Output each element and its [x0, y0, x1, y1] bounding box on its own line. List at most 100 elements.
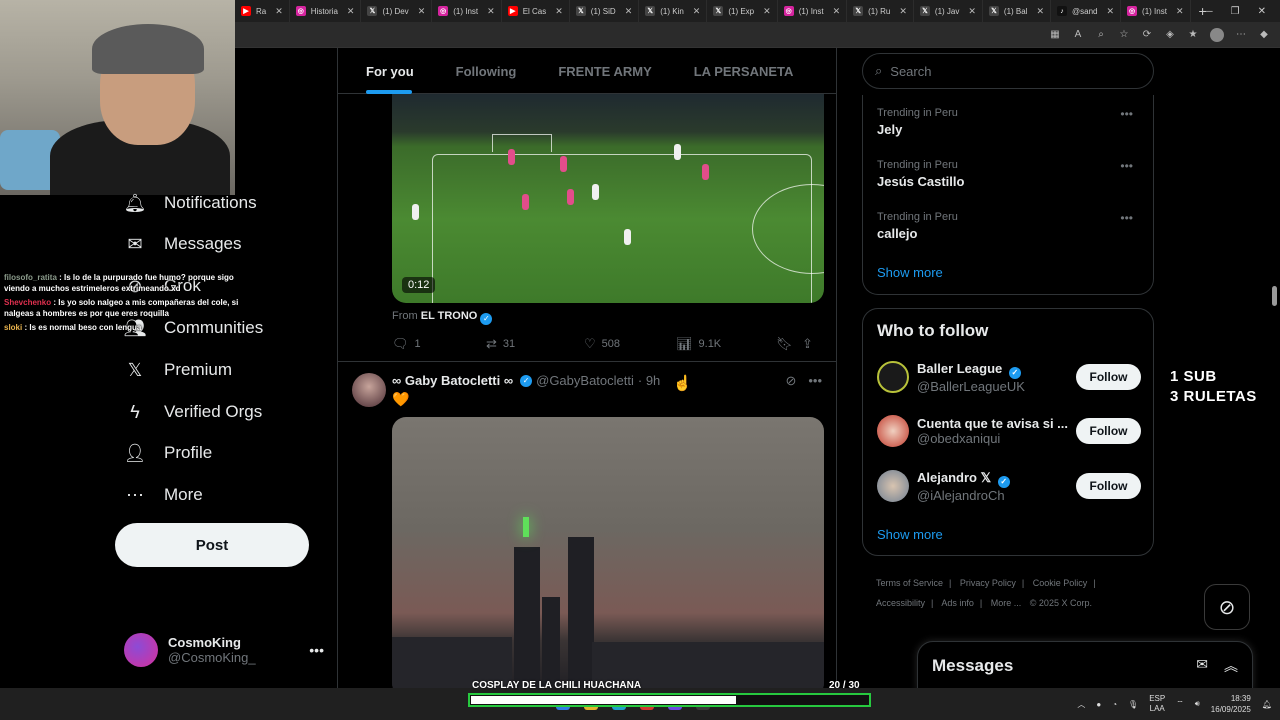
- close-tab-icon[interactable]: ✕: [625, 6, 633, 17]
- menu-dots-icon[interactable]: ⋯: [1235, 29, 1247, 40]
- expand-chevron-icon[interactable]: ︽: [1224, 656, 1238, 676]
- close-tab-icon[interactable]: ✕: [347, 6, 355, 17]
- tab-frente-army[interactable]: FRENTE ARMY: [530, 48, 665, 94]
- cookie-link[interactable]: Cookie Policy: [1033, 578, 1088, 588]
- grok-icon[interactable]: ⊘: [785, 373, 796, 389]
- more-dots-icon[interactable]: •••: [1120, 211, 1133, 225]
- minimize-icon[interactable]: —: [1203, 6, 1213, 17]
- nav-notifications[interactable]: 🔔︎ Notifications: [124, 188, 257, 218]
- more-dots-icon[interactable]: •••: [808, 373, 822, 389]
- copilot-icon[interactable]: ◆: [1258, 29, 1270, 40]
- read-aloud-icon[interactable]: A: [1072, 29, 1084, 40]
- like-button[interactable]: ♡ 508: [584, 336, 676, 352]
- favorites-icon[interactable]: ★: [1187, 29, 1199, 40]
- author-name[interactable]: ∞ Gaby Batocletti ∞: [392, 373, 513, 388]
- notification-icon[interactable]: 🔔︎: [1262, 700, 1272, 709]
- tweet-image[interactable]: [392, 417, 824, 688]
- refresh-icon[interactable]: ⟳: [1141, 29, 1153, 40]
- browser-tab[interactable]: ♪ @sand ✕: [1051, 0, 1122, 22]
- apps-icon[interactable]: ▦: [1049, 29, 1061, 40]
- close-tab-icon[interactable]: ✕: [487, 6, 495, 17]
- close-tab-icon[interactable]: ✕: [968, 6, 976, 17]
- close-tab-icon[interactable]: ✕: [899, 6, 907, 17]
- clock[interactable]: 18:39 16/09/2025: [1211, 693, 1251, 715]
- author-handle[interactable]: @GabyBatocletti: [536, 373, 634, 388]
- browser-tab[interactable]: 𝕏 (1) SiD ✕: [570, 0, 640, 22]
- bookmark-button[interactable]: 🔖︎: [776, 336, 802, 352]
- tray-app-icon[interactable]: ●: [1096, 700, 1101, 709]
- source-name[interactable]: EL TRONO: [421, 310, 478, 322]
- input-language[interactable]: ESP LAA: [1149, 694, 1165, 714]
- nav-more[interactable]: ⋯ More: [124, 480, 203, 510]
- close-tab-icon[interactable]: ✕: [1176, 6, 1184, 17]
- close-tab-icon[interactable]: ✕: [833, 6, 841, 17]
- trend-item[interactable]: Trending in Peru Jesús Castillo •••: [877, 159, 1141, 189]
- follow-button[interactable]: Follow: [1076, 473, 1141, 499]
- grok-floating-button[interactable]: ⊘: [1204, 584, 1250, 630]
- nav-premium[interactable]: 𝕏 Premium: [124, 355, 232, 385]
- volume-icon[interactable]: 🔊︎: [1195, 699, 1200, 709]
- nav-verified-orgs[interactable]: ϟ Verified Orgs: [124, 397, 262, 427]
- browser-tab[interactable]: 𝕏 (1) Kin ✕: [639, 0, 708, 22]
- follow-button[interactable]: Follow: [1076, 364, 1141, 390]
- tweet-video[interactable]: 0:12: [392, 94, 824, 303]
- close-tab-icon[interactable]: ✕: [555, 6, 563, 17]
- share-button[interactable]: ⇪: [802, 336, 813, 352]
- favorite-star-icon[interactable]: ☆: [1118, 29, 1130, 40]
- nav-profile[interactable]: 👤︎ Profile: [124, 438, 213, 468]
- close-tab-icon[interactable]: ✕: [763, 6, 771, 17]
- chevron-up-icon[interactable]: ︿: [1077, 699, 1085, 710]
- browser-tab[interactable]: 𝕏 (1) Bal ✕: [983, 0, 1052, 22]
- tab-la-persaneta[interactable]: LA PERSANETA: [666, 48, 808, 94]
- repost-button[interactable]: ⇄ 31: [486, 336, 584, 352]
- follow-button[interactable]: Follow: [1076, 418, 1141, 444]
- account-switcher[interactable]: CosmoKing @CosmoKing_ •••: [124, 630, 324, 670]
- browser-tab[interactable]: ◎ (1) Inst ✕: [1121, 0, 1191, 22]
- zoom-icon[interactable]: ⌕: [1095, 29, 1107, 40]
- microphone-icon[interactable]: 🎙︎: [1128, 700, 1138, 709]
- browser-profile-avatar[interactable]: [1210, 27, 1224, 42]
- trend-item[interactable]: Trending in Peru Jely •••: [877, 107, 1141, 137]
- new-message-icon[interactable]: ✉: [1196, 656, 1208, 676]
- privacy-link[interactable]: Privacy Policy: [960, 578, 1016, 588]
- network-icon[interactable]: ◔: [1112, 700, 1117, 709]
- trend-item[interactable]: Trending in Peru callejo •••: [877, 211, 1141, 241]
- tab-for-you[interactable]: For you: [338, 48, 428, 94]
- browser-tab[interactable]: 𝕏 (1) Exp ✕: [707, 0, 778, 22]
- messages-drawer[interactable]: Messages ✉ ︽: [917, 641, 1253, 691]
- page-scrollbar[interactable]: [1270, 48, 1278, 688]
- browser-tab[interactable]: ▶ Ra ✕: [235, 0, 290, 22]
- follow-suggestion[interactable]: Baller League ✓ @BallerLeagueUK Follow: [877, 357, 1141, 397]
- browser-tab[interactable]: ◎ (1) Inst ✕: [432, 0, 502, 22]
- follow-suggestion[interactable]: Alejandro 𝕏 ✓ @iAlejandroCh Follow: [877, 466, 1141, 506]
- browser-tab[interactable]: 𝕏 (1) Ru ✕: [847, 0, 914, 22]
- views-button[interactable]: 📊︎ 9.1K: [676, 336, 776, 352]
- terms-link[interactable]: Terms of Service: [876, 578, 943, 588]
- reply-button[interactable]: 🗨︎ 1: [392, 336, 486, 352]
- browser-tab[interactable]: 𝕏 (1) Jav ✕: [914, 0, 983, 22]
- trends-show-more-link[interactable]: Show more: [877, 265, 943, 280]
- maximize-icon[interactable]: ❐: [1231, 6, 1240, 17]
- browser-tab[interactable]: ◎ (1) Inst ✕: [778, 0, 848, 22]
- close-tab-icon[interactable]: ✕: [693, 6, 701, 17]
- close-tab-icon[interactable]: ✕: [275, 6, 283, 17]
- wifi-icon[interactable]: ⌔: [1176, 699, 1184, 709]
- avatar[interactable]: [352, 373, 386, 407]
- more-dots-icon[interactable]: •••: [1120, 159, 1133, 173]
- follow-suggestion[interactable]: Cuenta que te avisa si ... @obedxaniqui …: [877, 411, 1141, 451]
- who-to-follow-show-more-link[interactable]: Show more: [877, 527, 943, 542]
- tab-following[interactable]: Following: [428, 48, 531, 94]
- post-button[interactable]: Post: [115, 523, 309, 567]
- scrollbar-thumb[interactable]: [1272, 286, 1277, 306]
- close-window-icon[interactable]: ✕: [1258, 6, 1266, 17]
- ads-info-link[interactable]: Ads info: [941, 598, 974, 608]
- close-tab-icon[interactable]: ✕: [1107, 6, 1115, 17]
- browser-tab[interactable]: 𝕏 (1) Dev ✕: [361, 0, 433, 22]
- more-dots-icon[interactable]: •••: [309, 642, 324, 658]
- nav-messages[interactable]: ✉ Messages: [124, 229, 241, 259]
- browser-tab[interactable]: ▶ El Cas ✕: [502, 0, 570, 22]
- browser-tab[interactable]: ◎ Historia ✕: [290, 0, 362, 22]
- search-input[interactable]: ⌕ Search: [862, 53, 1154, 89]
- more-dots-icon[interactable]: •••: [1120, 107, 1133, 121]
- extensions-icon[interactable]: ◈: [1164, 29, 1176, 40]
